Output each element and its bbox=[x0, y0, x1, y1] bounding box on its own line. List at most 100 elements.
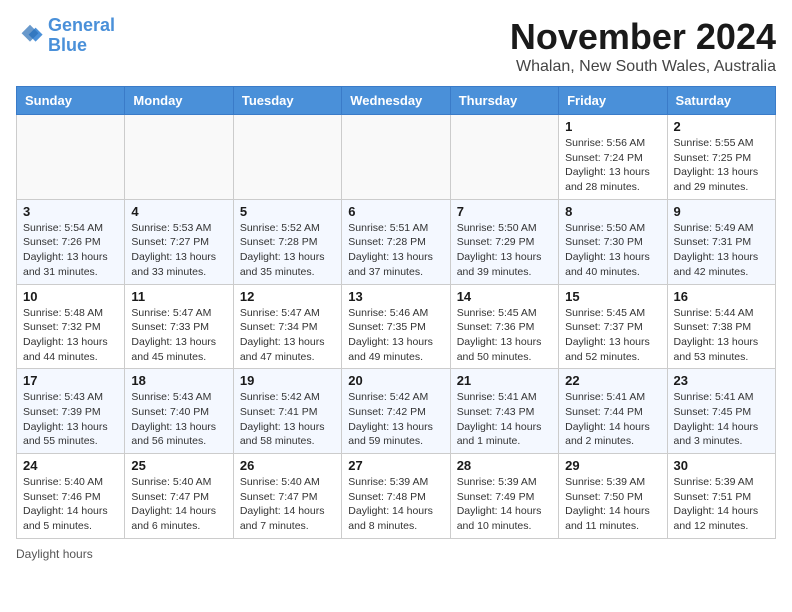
calendar-cell: 19 Sunrise: 5:42 AM Sunset: 7:41 PM Dayli… bbox=[233, 369, 341, 454]
calendar-table: SundayMondayTuesdayWednesdayThursdayFrid… bbox=[16, 86, 776, 539]
day-number: 1 bbox=[565, 119, 660, 134]
day-info: Sunrise: 5:45 AM Sunset: 7:37 PM Dayligh… bbox=[565, 306, 660, 365]
calendar-cell bbox=[17, 115, 125, 200]
calendar-cell: 4Sunrise: 5:53 AM Sunset: 7:27 PM Daylig… bbox=[125, 199, 233, 284]
calendar-cell: 24Sunrise: 5:40 AM Sunset: 7:46 PM Dayli… bbox=[17, 454, 125, 539]
day-number: 19 bbox=[240, 373, 335, 388]
day-number: 16 bbox=[674, 289, 769, 304]
calendar-cell: 22 Sunrise: 5:41 AM Sunset: 7:44 PM Dayli… bbox=[559, 369, 667, 454]
calendar-cell bbox=[450, 115, 558, 200]
day-number: 6 bbox=[348, 204, 443, 219]
calendar-cell bbox=[342, 115, 450, 200]
page-header: General Blue November 2024 Whalan, New S… bbox=[16, 16, 776, 76]
calendar-cell bbox=[233, 115, 341, 200]
calendar-cell: 30Sunrise: 5:39 AM Sunset: 7:51 PM Dayli… bbox=[667, 454, 775, 539]
day-info: Sunrise: 5:41 AM Sunset: 7:44 PM Dayligh… bbox=[565, 390, 660, 449]
calendar-cell: 21 Sunrise: 5:41 AM Sunset: 7:43 PM Dayli… bbox=[450, 369, 558, 454]
day-info: Sunrise: 5:39 AM Sunset: 7:48 PM Dayligh… bbox=[348, 475, 443, 534]
calendar-cell: 29 Sunrise: 5:39 AM Sunset: 7:50 PM Dayli… bbox=[559, 454, 667, 539]
day-info: Sunrise: 5:41 AM Sunset: 7:45 PM Dayligh… bbox=[674, 390, 769, 449]
calendar-cell: 11Sunrise: 5:47 AM Sunset: 7:33 PM Dayli… bbox=[125, 284, 233, 369]
day-info: Sunrise: 5:42 AM Sunset: 7:42 PM Dayligh… bbox=[348, 390, 443, 449]
day-number: 10 bbox=[23, 289, 118, 304]
weekday-header-thursday: Thursday bbox=[450, 87, 558, 115]
day-info: Sunrise: 5:40 AM Sunset: 7:47 PM Dayligh… bbox=[131, 475, 226, 534]
day-number: 26 bbox=[240, 458, 335, 473]
day-number: 8 bbox=[565, 204, 660, 219]
day-number: 25 bbox=[131, 458, 226, 473]
calendar-cell: 27 Sunrise: 5:39 AM Sunset: 7:48 PM Dayli… bbox=[342, 454, 450, 539]
day-info: Sunrise: 5:55 AM Sunset: 7:25 PM Dayligh… bbox=[674, 136, 769, 195]
calendar-cell: 5 Sunrise: 5:52 AM Sunset: 7:28 PM Daylig… bbox=[233, 199, 341, 284]
day-info: Sunrise: 5:39 AM Sunset: 7:50 PM Dayligh… bbox=[565, 475, 660, 534]
day-number: 23 bbox=[674, 373, 769, 388]
day-info: Sunrise: 5:40 AM Sunset: 7:47 PM Dayligh… bbox=[240, 475, 335, 534]
calendar-cell: 23 Sunrise: 5:41 AM Sunset: 7:45 PM Dayli… bbox=[667, 369, 775, 454]
calendar-cell: 8 Sunrise: 5:50 AM Sunset: 7:30 PM Daylig… bbox=[559, 199, 667, 284]
day-number: 11 bbox=[131, 289, 226, 304]
calendar-cell: 20 Sunrise: 5:42 AM Sunset: 7:42 PM Dayli… bbox=[342, 369, 450, 454]
footer: Daylight hours bbox=[16, 547, 776, 561]
day-number: 4 bbox=[131, 204, 226, 219]
day-info: Sunrise: 5:40 AM Sunset: 7:46 PM Dayligh… bbox=[23, 475, 118, 534]
week-row-4: 17Sunrise: 5:43 AM Sunset: 7:39 PM Dayli… bbox=[17, 369, 776, 454]
title-block: November 2024 Whalan, New South Wales, A… bbox=[510, 16, 776, 76]
calendar-cell bbox=[125, 115, 233, 200]
calendar-cell: 13 Sunrise: 5:46 AM Sunset: 7:35 PM Dayli… bbox=[342, 284, 450, 369]
day-number: 15 bbox=[565, 289, 660, 304]
calendar-cell: 9Sunrise: 5:49 AM Sunset: 7:31 PM Daylig… bbox=[667, 199, 775, 284]
calendar-cell: 7Sunrise: 5:50 AM Sunset: 7:29 PM Daylig… bbox=[450, 199, 558, 284]
calendar-cell: 28Sunrise: 5:39 AM Sunset: 7:49 PM Dayli… bbox=[450, 454, 558, 539]
day-info: Sunrise: 5:43 AM Sunset: 7:39 PM Dayligh… bbox=[23, 390, 118, 449]
day-number: 28 bbox=[457, 458, 552, 473]
day-number: 2 bbox=[674, 119, 769, 134]
day-number: 12 bbox=[240, 289, 335, 304]
logo-line2: Blue bbox=[48, 35, 87, 55]
logo-line1: General bbox=[48, 15, 115, 35]
day-number: 13 bbox=[348, 289, 443, 304]
day-info: Sunrise: 5:43 AM Sunset: 7:40 PM Dayligh… bbox=[131, 390, 226, 449]
day-info: Sunrise: 5:41 AM Sunset: 7:43 PM Dayligh… bbox=[457, 390, 552, 449]
calendar-cell: 15 Sunrise: 5:45 AM Sunset: 7:37 PM Dayli… bbox=[559, 284, 667, 369]
calendar-cell: 14 Sunrise: 5:45 AM Sunset: 7:36 PM Dayli… bbox=[450, 284, 558, 369]
day-info: Sunrise: 5:51 AM Sunset: 7:28 PM Dayligh… bbox=[348, 221, 443, 280]
calendar-cell: 6 Sunrise: 5:51 AM Sunset: 7:28 PM Daylig… bbox=[342, 199, 450, 284]
calendar-cell: 3Sunrise: 5:54 AM Sunset: 7:26 PM Daylig… bbox=[17, 199, 125, 284]
calendar-cell: 2 Sunrise: 5:55 AM Sunset: 7:25 PM Daylig… bbox=[667, 115, 775, 200]
calendar-cell: 10 Sunrise: 5:48 AM Sunset: 7:32 PM Dayli… bbox=[17, 284, 125, 369]
day-info: Sunrise: 5:50 AM Sunset: 7:30 PM Dayligh… bbox=[565, 221, 660, 280]
day-number: 21 bbox=[457, 373, 552, 388]
day-number: 5 bbox=[240, 204, 335, 219]
logo-icon bbox=[16, 22, 44, 50]
day-info: Sunrise: 5:47 AM Sunset: 7:34 PM Dayligh… bbox=[240, 306, 335, 365]
week-row-3: 10 Sunrise: 5:48 AM Sunset: 7:32 PM Dayli… bbox=[17, 284, 776, 369]
daylight-label: Daylight hours bbox=[16, 547, 93, 561]
day-number: 14 bbox=[457, 289, 552, 304]
day-info: Sunrise: 5:50 AM Sunset: 7:29 PM Dayligh… bbox=[457, 221, 552, 280]
calendar-body: 1 Sunrise: 5:56 AM Sunset: 7:24 PM Daylig… bbox=[17, 115, 776, 539]
day-number: 22 bbox=[565, 373, 660, 388]
calendar-header: SundayMondayTuesdayWednesdayThursdayFrid… bbox=[17, 87, 776, 115]
day-info: Sunrise: 5:56 AM Sunset: 7:24 PM Dayligh… bbox=[565, 136, 660, 195]
month-title: November 2024 bbox=[510, 16, 776, 58]
day-info: Sunrise: 5:46 AM Sunset: 7:35 PM Dayligh… bbox=[348, 306, 443, 365]
day-info: Sunrise: 5:54 AM Sunset: 7:26 PM Dayligh… bbox=[23, 221, 118, 280]
day-info: Sunrise: 5:48 AM Sunset: 7:32 PM Dayligh… bbox=[23, 306, 118, 365]
day-info: Sunrise: 5:45 AM Sunset: 7:36 PM Dayligh… bbox=[457, 306, 552, 365]
weekday-row: SundayMondayTuesdayWednesdayThursdayFrid… bbox=[17, 87, 776, 115]
location: Whalan, New South Wales, Australia bbox=[510, 58, 776, 76]
calendar-cell: 1 Sunrise: 5:56 AM Sunset: 7:24 PM Daylig… bbox=[559, 115, 667, 200]
day-number: 29 bbox=[565, 458, 660, 473]
week-row-5: 24Sunrise: 5:40 AM Sunset: 7:46 PM Dayli… bbox=[17, 454, 776, 539]
weekday-header-saturday: Saturday bbox=[667, 87, 775, 115]
calendar-cell: 26 Sunrise: 5:40 AM Sunset: 7:47 PM Dayli… bbox=[233, 454, 341, 539]
day-info: Sunrise: 5:42 AM Sunset: 7:41 PM Dayligh… bbox=[240, 390, 335, 449]
day-number: 27 bbox=[348, 458, 443, 473]
calendar-cell: 17Sunrise: 5:43 AM Sunset: 7:39 PM Dayli… bbox=[17, 369, 125, 454]
calendar-cell: 12 Sunrise: 5:47 AM Sunset: 7:34 PM Dayli… bbox=[233, 284, 341, 369]
logo: General Blue bbox=[16, 16, 115, 56]
day-info: Sunrise: 5:52 AM Sunset: 7:28 PM Dayligh… bbox=[240, 221, 335, 280]
day-number: 20 bbox=[348, 373, 443, 388]
day-number: 18 bbox=[131, 373, 226, 388]
calendar-cell: 25 Sunrise: 5:40 AM Sunset: 7:47 PM Dayli… bbox=[125, 454, 233, 539]
